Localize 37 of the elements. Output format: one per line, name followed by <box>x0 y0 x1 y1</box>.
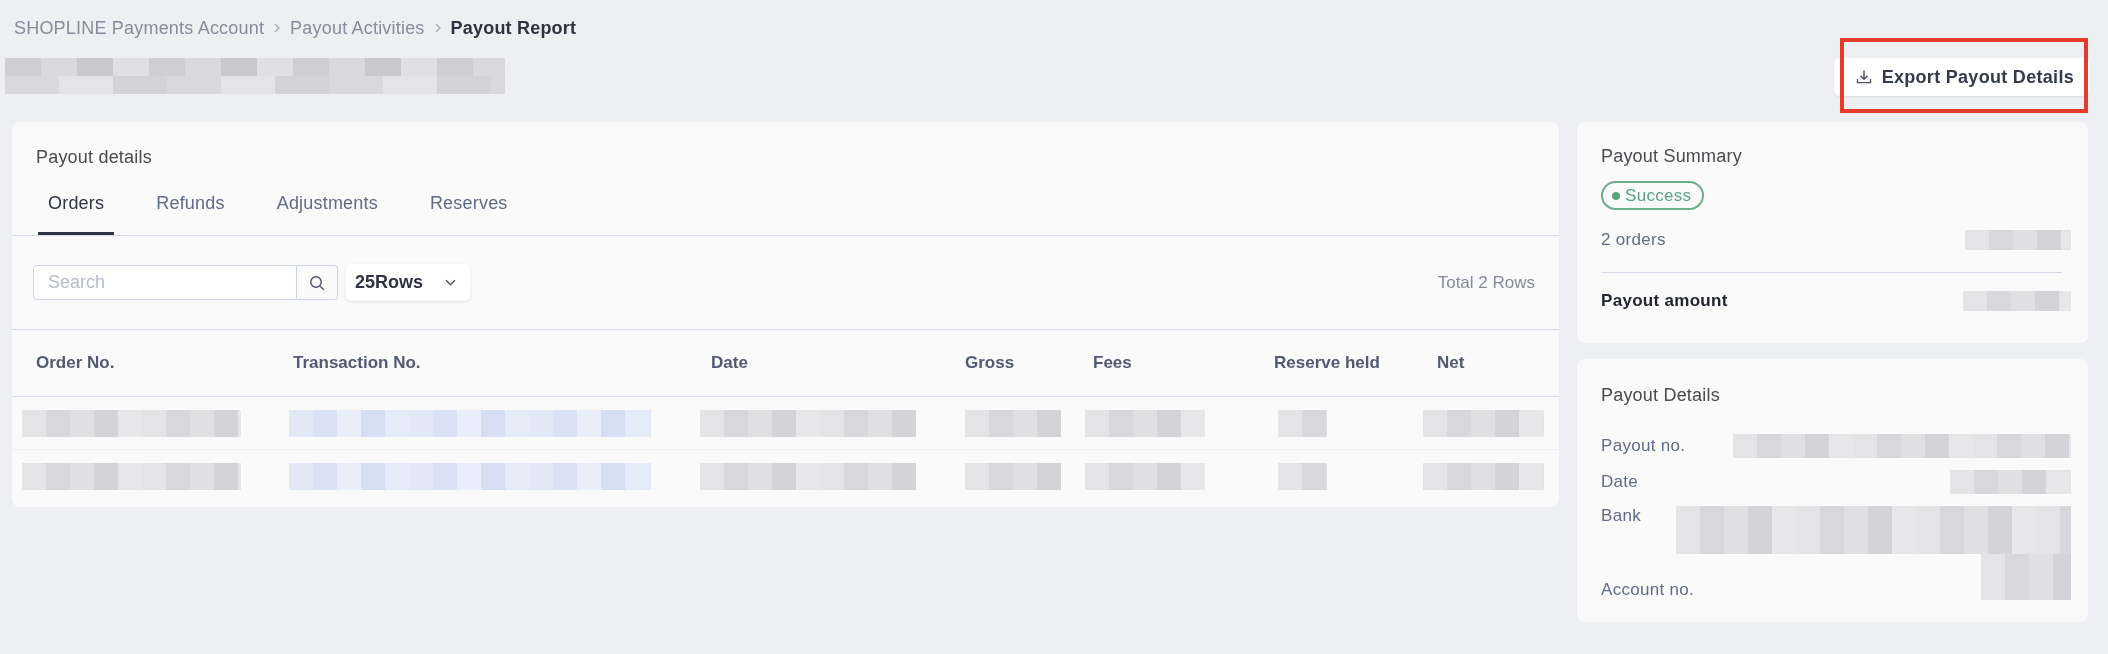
column-header: Transaction No. <box>293 353 422 373</box>
column-header: Order No. <box>36 353 116 373</box>
caret-down-icon <box>445 279 457 286</box>
status-dot-icon <box>1612 191 1620 200</box>
chevron-right-icon <box>274 23 281 33</box>
column-header: Reserve held <box>1274 353 1381 373</box>
redacted-block <box>1278 409 1327 437</box>
rows-dropdown[interactable]: 25Rows <box>346 264 471 301</box>
card-title: Payout Details <box>1601 385 1721 406</box>
field-label: Bank <box>1601 506 1641 526</box>
tab[interactable]: Adjustments <box>266 182 388 235</box>
download-icon <box>1855 69 1872 85</box>
breadcrumb-current: Payout Report <box>450 17 577 39</box>
column-header: Gross <box>965 353 1016 373</box>
chevron-right-icon <box>434 23 441 33</box>
export-button[interactable]: Export Payout Details <box>1833 58 2090 96</box>
field-label: Date <box>1601 472 1639 492</box>
search-button[interactable] <box>297 265 338 300</box>
status-badge: Success <box>1601 181 1705 210</box>
column-header: Net <box>1437 353 1466 373</box>
summary-label: 2 orders <box>1601 230 1666 250</box>
search-icon <box>309 274 325 291</box>
summary-label: Payout amount <box>1601 291 1728 311</box>
breadcrumb-link[interactable]: Payout Activities <box>290 17 425 39</box>
redacted-block <box>1278 462 1327 490</box>
field-label: Payout no. <box>1601 436 1686 456</box>
field-label: Account no. <box>1601 580 1695 600</box>
column-header: Fees <box>1093 353 1133 373</box>
search-field[interactable]: Search <box>33 265 297 300</box>
tab[interactable]: Refunds <box>146 182 235 235</box>
tab[interactable]: Orders <box>38 182 115 235</box>
column-header: Date <box>711 353 749 373</box>
tab[interactable]: Reserves <box>419 182 518 235</box>
card-title: Payout details <box>36 147 152 168</box>
breadcrumb-link[interactable]: SHOPLINE Payments Account <box>14 17 265 39</box>
total-rows-text: Total 2 Rows <box>1437 272 1535 293</box>
card-title: Payout Summary <box>1601 146 1743 167</box>
